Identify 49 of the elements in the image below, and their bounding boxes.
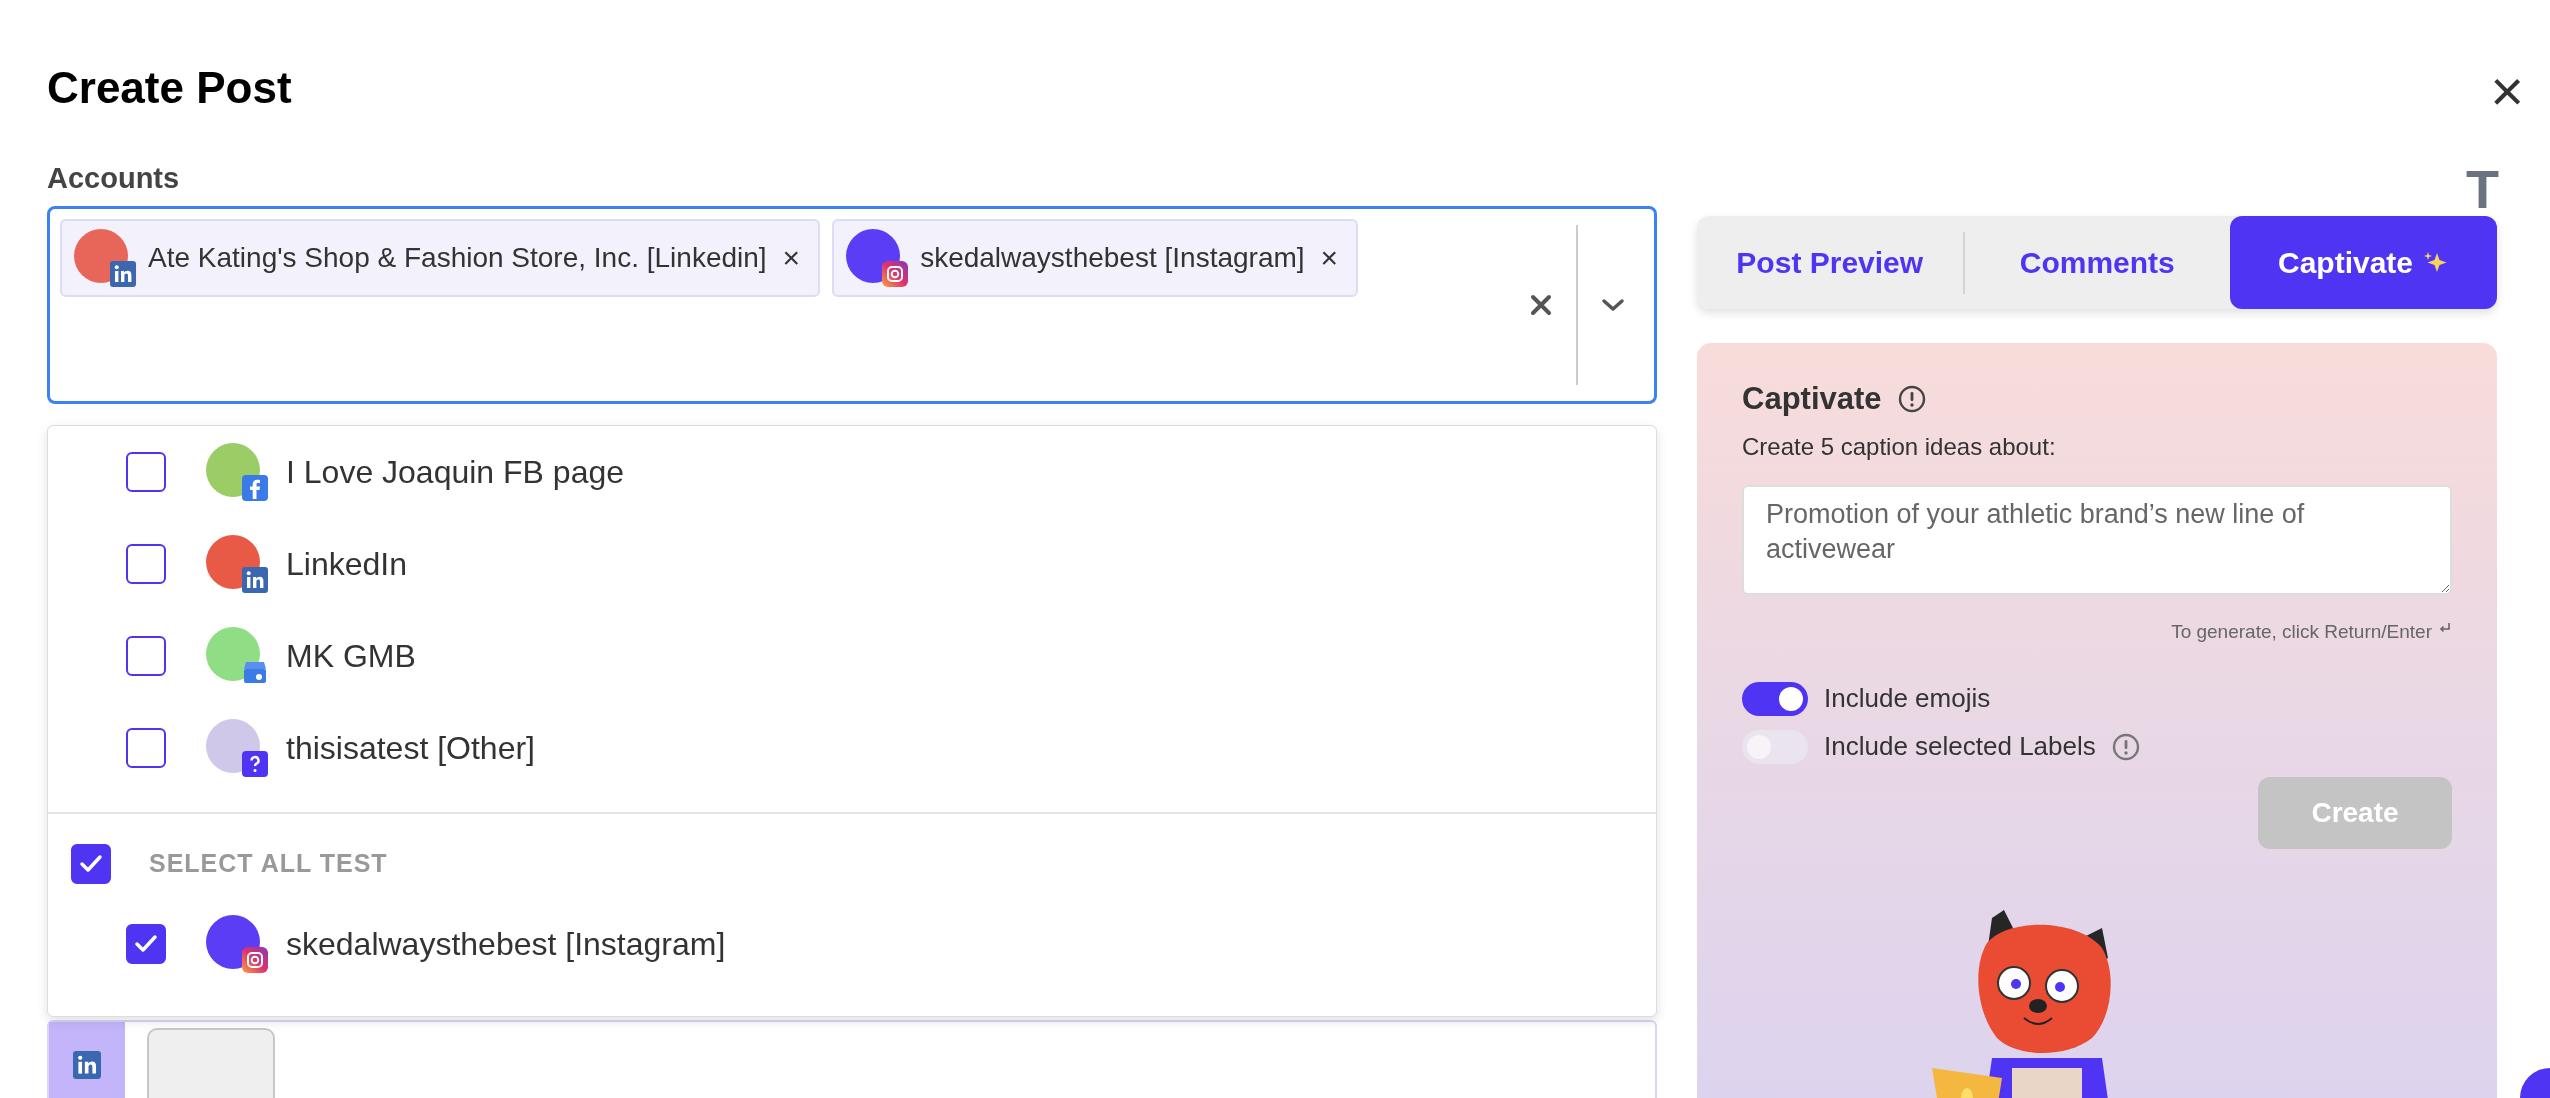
tab[interactable]: Post Preview — [1697, 216, 1963, 309]
checkbox[interactable] — [71, 844, 111, 884]
group-label: SELECT ALL TEST — [149, 848, 388, 880]
prompt-input[interactable]: Promotion of your athletic brand’s new line of activewear — [1742, 485, 2452, 596]
check-icon — [79, 854, 103, 874]
close-button[interactable]: × — [2486, 62, 2528, 120]
hint-text: To generate, click Return/Enter — [2171, 620, 2432, 645]
checkbox[interactable] — [126, 636, 166, 676]
remove-chip-button[interactable]: × — [778, 242, 805, 273]
account-option[interactable]: LinkedIn — [286, 540, 407, 588]
remove-chip-button[interactable]: × — [1316, 242, 1343, 273]
toggle-label: Include selected Labels — [1824, 730, 2096, 764]
instagram-badge-icon — [882, 260, 909, 287]
check-icon — [134, 934, 158, 954]
instagram-badge-icon — [242, 947, 268, 973]
checkbox[interactable] — [126, 728, 166, 768]
linkedin-badge-icon — [110, 260, 136, 287]
close-icon — [1530, 294, 1552, 317]
chip-label: skedalwaysthebest [Instagram] — [920, 240, 1305, 275]
network-tab[interactable] — [49, 1022, 125, 1098]
checkbox[interactable] — [126, 924, 166, 964]
toggle-label: Include emojis — [1824, 682, 1991, 716]
info-icon[interactable] — [1897, 385, 1926, 414]
page-title: Create Post — [47, 62, 293, 114]
return-key-icon — [2438, 620, 2452, 635]
facebook-badge-icon — [242, 475, 268, 501]
account-option[interactable]: skedalwaysthebest [Instagram] — [286, 920, 726, 968]
media-thumbnail[interactable] — [147, 1028, 275, 1098]
accounts-select[interactable]: Ate Kating's Shop & Fashion Store, Inc. [Linkedin] × skedalwaysthebest [Instagram] × — [47, 205, 1657, 404]
store-badge-icon — [242, 659, 268, 685]
question-badge-icon — [242, 751, 268, 777]
checkbox[interactable] — [126, 452, 166, 492]
linkedin-badge-icon — [73, 1051, 101, 1079]
account-option[interactable]: MK GMB — [286, 632, 416, 680]
text-format-button[interactable]: T — [1697, 162, 2499, 216]
tab[interactable]: Captivate — [2230, 216, 2497, 309]
panel-title: Captivate — [1742, 380, 1882, 418]
chevron-down-icon — [1600, 297, 1626, 314]
toggle-switch[interactable] — [1742, 681, 1808, 716]
linkedin-badge-icon — [242, 567, 268, 593]
account-option[interactable]: thisisatest [Other] — [286, 724, 535, 772]
chip-label: Ate Kating's Shop & Fashion Store, Inc. [Linkedin] — [148, 240, 767, 275]
toggle-switch[interactable] — [1742, 729, 1808, 764]
checkbox[interactable] — [126, 544, 166, 584]
prompt-label: Create 5 caption ideas about: — [1742, 432, 2057, 463]
accounts-label: Accounts — [47, 160, 181, 196]
info-icon[interactable] — [2111, 732, 2140, 761]
account-option[interactable]: I Love Joaquin FB page — [286, 448, 624, 496]
tab[interactable]: Comments — [1964, 216, 2230, 309]
